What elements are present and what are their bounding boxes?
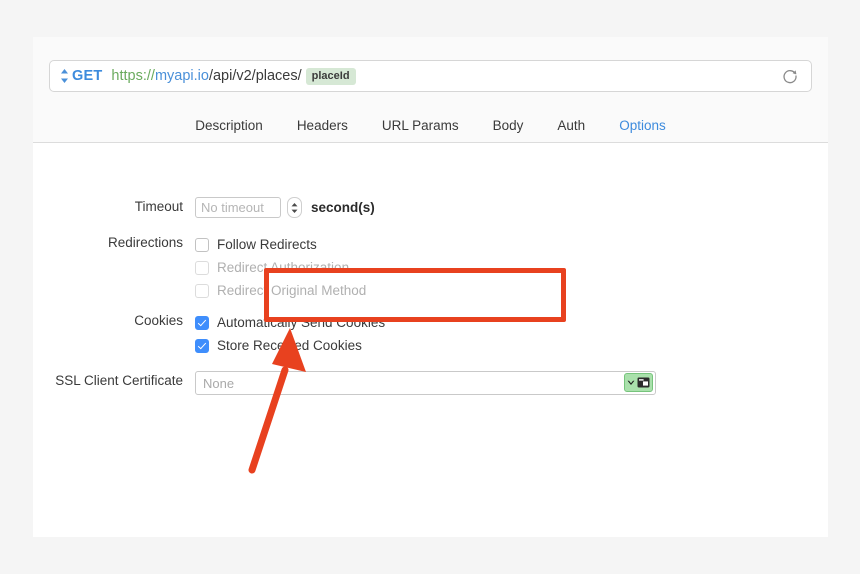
checkbox-redirect-authorization: Redirect Authorization	[195, 256, 366, 279]
tab-auth[interactable]: Auth	[557, 118, 585, 133]
request-options-window: GET https://myapi.io/api/v2/places/ plac…	[33, 37, 828, 537]
cookies-label: Cookies	[134, 313, 183, 328]
store-received-cookies-checkbox[interactable]	[195, 338, 209, 353]
ssl-certificate-picker-button[interactable]	[624, 373, 653, 392]
tab-bar: Description Headers URL Params Body Auth…	[33, 109, 828, 142]
follow-redirects-checkbox[interactable]	[195, 237, 209, 252]
redirections-checkbox-group: Follow Redirects Redirect Authorization …	[195, 233, 366, 302]
ssl-client-certificate-input[interactable]	[195, 371, 656, 395]
automatically-send-cookies-checkbox[interactable]	[195, 315, 209, 330]
checkbox-redirect-original-method: Redirect Original Method	[195, 279, 366, 302]
tab-url-params[interactable]: URL Params	[382, 118, 459, 133]
tab-headers[interactable]: Headers	[297, 118, 348, 133]
chevron-down-icon	[627, 380, 635, 385]
redirect-authorization-label: Redirect Authorization	[217, 260, 350, 275]
url-param-badge[interactable]: placeId	[305, 67, 356, 85]
redirect-authorization-checkbox	[195, 260, 209, 275]
tab-options[interactable]: Options	[619, 118, 666, 133]
tab-description[interactable]: Description	[195, 118, 263, 133]
redirect-original-method-label: Redirect Original Method	[217, 283, 367, 298]
automatically-send-cookies-label: Automatically Send Cookies	[217, 315, 386, 330]
reload-icon[interactable]	[781, 67, 799, 85]
ssl-client-certificate-field	[195, 371, 656, 395]
checkbox-store-received-cookies[interactable]: Store Received Cookies	[195, 334, 385, 357]
store-received-cookies-label: Store Received Cookies	[217, 338, 362, 353]
url-host: myapi.io	[154, 68, 209, 84]
url-bar[interactable]: GET https://myapi.io/api/v2/places/ plac…	[49, 60, 812, 92]
updown-arrows-icon[interactable]	[60, 68, 69, 84]
redirections-row: Redirections Follow Redirects Redirect A…	[49, 233, 366, 302]
request-header: GET https://myapi.io/api/v2/places/ plac…	[33, 37, 828, 143]
cookies-checkbox-group: Automatically Send Cookies Store Receive…	[195, 311, 385, 357]
redirect-original-method-checkbox	[195, 283, 209, 298]
timeout-input[interactable]	[195, 197, 281, 218]
certificate-picker-icon	[637, 377, 650, 388]
follow-redirects-label: Follow Redirects	[217, 237, 317, 252]
options-form: Timeout second(s) Redirections Follow Re…	[33, 143, 828, 537]
timeout-label: Timeout	[134, 199, 183, 214]
checkbox-automatically-send-cookies[interactable]: Automatically Send Cookies	[195, 311, 385, 334]
ssl-client-certificate-label: SSL Client Certificate	[55, 373, 183, 388]
timeout-units-label: second(s)	[311, 200, 375, 215]
cookies-row: Cookies Automatically Send Cookies Store…	[49, 311, 385, 357]
request-method-label[interactable]: GET	[72, 68, 102, 84]
timeout-row: Timeout second(s)	[49, 197, 375, 218]
url-path: /api/v2/places/	[208, 68, 302, 84]
url-scheme: https://	[111, 68, 155, 84]
ssl-client-certificate-row: SSL Client Certificate	[49, 371, 656, 395]
checkbox-follow-redirects[interactable]: Follow Redirects	[195, 233, 366, 256]
tab-body[interactable]: Body	[493, 118, 524, 133]
redirections-label: Redirections	[107, 235, 183, 250]
stepper-updown-icon[interactable]	[287, 197, 302, 218]
